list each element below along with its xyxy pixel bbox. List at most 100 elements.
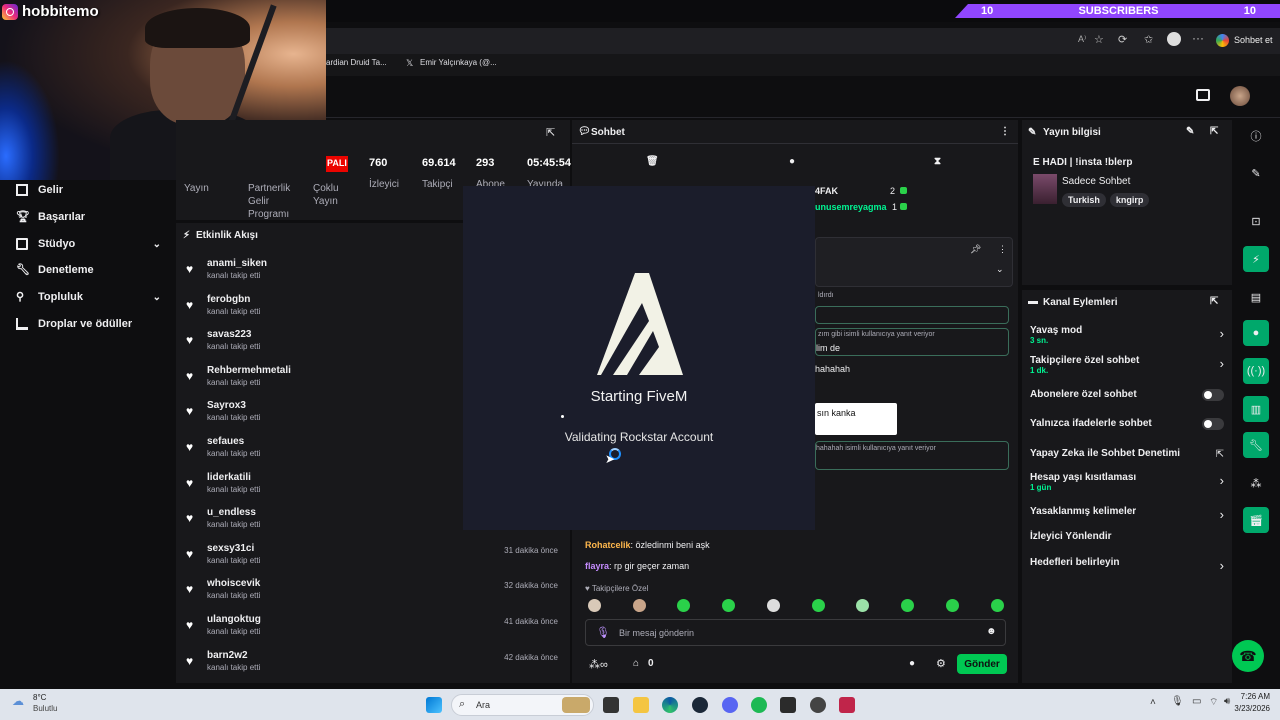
nav-item-revenue[interactable]: Gelir (16, 184, 161, 196)
toggle-switch[interactable] (1202, 389, 1224, 401)
channel-action-item[interactable]: Yavaş mod 3 sn. › (1030, 325, 1226, 345)
bookmark-item[interactable]: Emir Yalçınkaya (@... (420, 58, 497, 67)
tag[interactable]: Turkish (1062, 193, 1106, 207)
chat-icon[interactable]: ● (1243, 320, 1269, 346)
chevron-up-icon[interactable]: ˄ (1150, 697, 1156, 708)
channel-action-item[interactable]: Abonelere özel sohbet (1030, 389, 1226, 401)
pinned-more-icon[interactable]: ⋮ (998, 244, 1007, 255)
channel-action-item[interactable]: Yapay Zeka ile Sohbet Denetimi ⇱ (1030, 448, 1226, 460)
weather-temp[interactable]: 8°C (33, 693, 46, 702)
microphone-icon[interactable]: 🎙︎ (596, 626, 610, 639)
channel-action-item[interactable]: Yasaklanmış kelimeler › (1030, 506, 1226, 522)
hourglass-icon[interactable]: ⧗ (934, 156, 941, 167)
monitor-icon[interactable]: ▭ (1192, 696, 1201, 707)
activity-item[interactable]: ♥ ulangoktug kanalı takip etti 41 dakika ön… (186, 614, 558, 636)
channel-action-item[interactable]: Hesap yaşı kısıtlaması 1 gün › (1030, 472, 1226, 492)
reader-icon[interactable]: A⁾ (1078, 34, 1086, 45)
pen-icon[interactable]: ✎ (1243, 160, 1269, 186)
broadcast-icon[interactable]: ((·)) (1243, 358, 1269, 384)
activity-username[interactable]: ulangoktug (207, 614, 261, 625)
channel-action-item[interactable]: Yalnızca ifadelerle sohbet (1030, 418, 1226, 430)
task-view-icon[interactable] (603, 697, 619, 713)
send-button[interactable]: Gönder (957, 654, 1007, 674)
user-avatar[interactable] (1230, 86, 1250, 106)
channel-action-item[interactable]: Hedefleri belirleyin › (1030, 557, 1226, 573)
obs-icon[interactable] (810, 697, 826, 713)
terminal-icon[interactable] (780, 697, 796, 713)
popout-icon[interactable]: ⇱ (1210, 126, 1218, 137)
nav-item-studio[interactable]: Stüdyo ⌄ (16, 238, 161, 250)
activity-username[interactable]: sefaues (207, 436, 260, 447)
emote-icon[interactable] (901, 599, 914, 612)
emote-icon[interactable] (633, 599, 646, 612)
emoji-icon[interactable]: ☻ (986, 626, 997, 637)
chat-message-user[interactable]: Rohatcelik (585, 540, 631, 550)
popout-icon[interactable]: ⇱ (1210, 296, 1218, 307)
address-bar[interactable]: A⁾ ☆ ⟳ ✩ ··· Sohbet et (326, 28, 1280, 54)
tab-multistream[interactable]: Çoklu Yayın (313, 182, 353, 208)
tab-stream[interactable]: Yayın (184, 182, 209, 195)
layout-icon[interactable]: ▥ (1243, 396, 1269, 422)
category-box-art[interactable] (1033, 174, 1057, 204)
emote-icon[interactable] (991, 599, 1004, 612)
fivem-taskbar-icon[interactable] (839, 697, 855, 713)
points-icon[interactable]: ⁂ (1243, 470, 1269, 496)
chat-more-icon[interactable]: ⋮ (1000, 126, 1010, 137)
activity-username[interactable]: Rehbermehmetali (207, 365, 291, 376)
wrench-icon[interactable]: 🔧︎ (1243, 432, 1269, 458)
emote-icon[interactable] (856, 599, 869, 612)
favorites-icon[interactable]: ✩ (1144, 33, 1153, 46)
steam-icon[interactable] (692, 697, 708, 713)
nav-item-achievements[interactable]: 🏆︎ Başarılar (16, 211, 161, 223)
clapper-icon[interactable]: 🎬︎ (1243, 507, 1269, 533)
more-icon[interactable]: ··· (1192, 31, 1204, 45)
chat-user-name[interactable]: unusemreyagma (815, 202, 887, 212)
activity-item[interactable]: ♥ barn2w2 kanalı takip etti 42 dakika önce (186, 650, 558, 672)
activity-username[interactable]: Sayrox3 (207, 400, 260, 411)
channel-action-item[interactable]: Takipçilere özel sohbet 1 dk. › (1030, 355, 1226, 375)
chevron-down-icon[interactable]: ⌄ (996, 264, 1004, 275)
tab-partner-revenue[interactable]: Partnerlik Gelir Programı (248, 182, 298, 221)
document-icon[interactable]: ▤ (1243, 284, 1269, 310)
tag[interactable]: kngirp (1109, 193, 1150, 207)
edge-browser-icon[interactable] (662, 697, 678, 713)
stream-category[interactable]: Sadece Sohbet (1062, 176, 1130, 187)
settings-gear-icon[interactable]: ⚙︎ (936, 657, 946, 670)
clock-time[interactable]: 7:26 AM (1230, 692, 1270, 701)
chat-bubble-icon[interactable]: ● (909, 658, 915, 669)
popout-icon[interactable]: ⇱ (546, 126, 555, 139)
pin-icon[interactable]: 📌︎ (970, 244, 981, 255)
emote-icon[interactable] (722, 599, 735, 612)
activity-item[interactable]: ♥ sexsy31ci kanalı takip etti 31 dakika önc… (186, 543, 558, 565)
chat-message-user[interactable]: flayra (585, 561, 609, 571)
activity-username[interactable]: whoiscevik (207, 578, 260, 589)
profile-icon[interactable] (1167, 32, 1181, 46)
info-icon[interactable]: ⓘ (1243, 123, 1269, 149)
emote-icon[interactable] (588, 599, 601, 612)
chat-mode-icon[interactable]: ● (789, 156, 795, 167)
activity-username[interactable]: anami_siken (207, 258, 267, 269)
chat-input[interactable]: 🎙︎ Bir mesaj gönderin ☻ (585, 619, 1006, 646)
activity-username[interactable]: liderkatili (207, 472, 260, 483)
favorite-star-icon[interactable]: ☆ (1094, 33, 1104, 46)
windows-start-icon[interactable] (426, 697, 442, 713)
spotify-icon[interactable] (751, 697, 767, 713)
file-explorer-icon[interactable] (633, 697, 649, 713)
activity-username[interactable]: savas223 (207, 329, 260, 340)
channel-points-icon[interactable]: ⁂∞ (589, 658, 608, 671)
toggle-switch[interactable] (1202, 418, 1224, 430)
nav-item-drops[interactable]: Droplar ve ödüller (16, 318, 161, 330)
clock-date[interactable]: 3/23/2026 (1224, 704, 1270, 713)
emote-icon[interactable] (946, 599, 959, 612)
camera-icon[interactable]: ⊡ (1243, 208, 1269, 234)
activity-username[interactable]: sexsy31ci (207, 543, 260, 554)
activity-username[interactable]: barn2w2 (207, 650, 260, 661)
taskbar-search[interactable]: ⌕ Ara (451, 694, 594, 716)
refresh-icon[interactable]: ⟳ (1118, 33, 1127, 46)
channel-action-item[interactable]: İzleyici Yönlendir (1030, 531, 1226, 542)
activity-username[interactable]: ferobgbn (207, 294, 260, 305)
activity-username[interactable]: u_endless (207, 507, 260, 518)
lightning-icon[interactable]: ⚡︎ (1243, 246, 1269, 272)
microphone-icon[interactable]: 🎙︎ (1171, 696, 1184, 707)
chat-user-name[interactable]: 4FAK (815, 186, 838, 196)
